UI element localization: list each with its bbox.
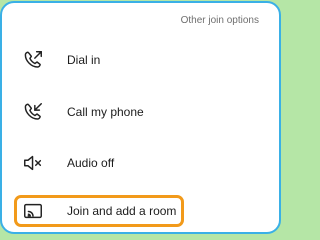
cast-screen-icon (22, 200, 44, 222)
other-join-options-header: Other join options (180, 15, 259, 26)
audio-off-label: Audio off (67, 156, 115, 170)
join-and-add-a-room-label: Join and add a room (67, 204, 177, 218)
call-my-phone-label: Call my phone (67, 105, 144, 119)
phone-incoming-icon (22, 101, 44, 123)
menu-item-join-and-add-a-room[interactable]: Join and add a room (22, 198, 176, 224)
dial-in-label: Dial in (67, 53, 101, 67)
join-options-panel: Other join options Dial in Call my phone (0, 1, 281, 234)
phone-outgoing-icon (22, 49, 44, 71)
menu-item-dial-in[interactable]: Dial in (22, 47, 100, 73)
menu-item-call-my-phone[interactable]: Call my phone (22, 99, 144, 125)
menu-item-audio-off[interactable]: Audio off (22, 150, 114, 176)
speaker-muted-icon (22, 152, 44, 174)
